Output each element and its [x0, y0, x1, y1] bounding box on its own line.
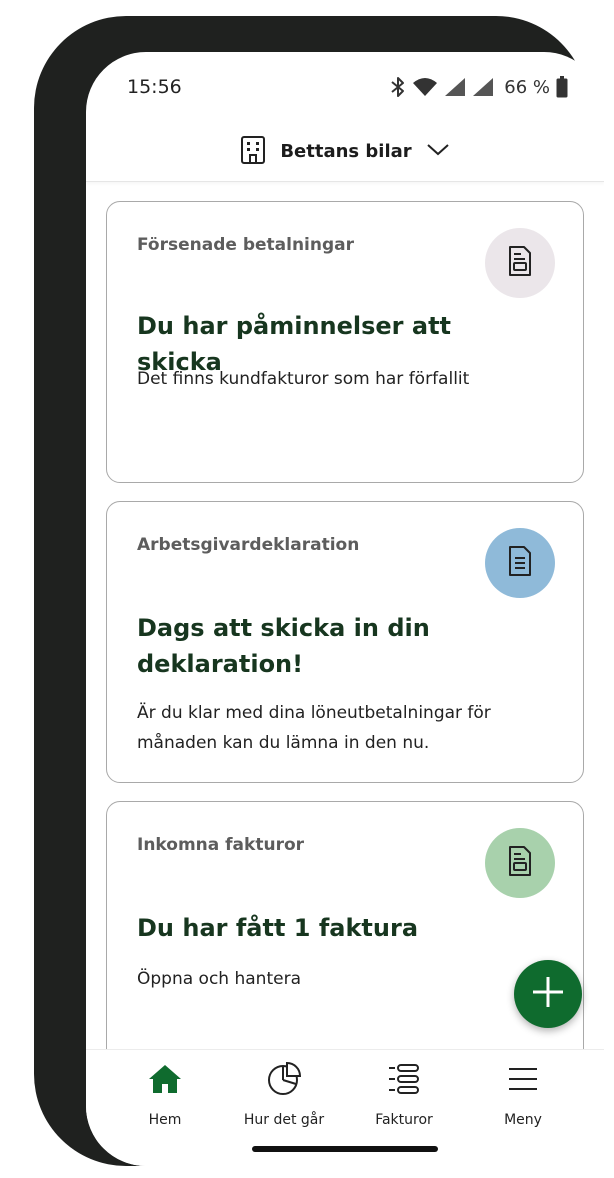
nav-label: Meny: [504, 1112, 542, 1128]
card-overdue-payments[interactable]: Försenade betalningar Du har påminnelser…: [106, 201, 584, 483]
card-description: Är du klar med dina löneutbetalningar fö…: [137, 703, 491, 753]
nav-item-invoices[interactable]: Fakturor: [344, 1050, 464, 1140]
list-icon: [387, 1062, 421, 1096]
document-icon: [507, 545, 533, 581]
bluetooth-icon: [390, 76, 406, 98]
card-icon-circle: [485, 528, 555, 598]
battery-percentage: 66 %: [504, 76, 550, 98]
card-icon-circle: [485, 828, 555, 898]
card-title: Du har fått 1 faktura: [137, 914, 419, 942]
signal-icon-2: [472, 77, 494, 97]
card-icon-circle: [485, 228, 555, 298]
nav-item-progress[interactable]: Hur det går: [224, 1050, 344, 1140]
menu-icon: [507, 1062, 539, 1096]
card-category: Arbetsgivardeklaration: [137, 535, 360, 555]
card-category: Inkomna fakturor: [137, 835, 305, 855]
card-category: Försenade betalningar: [137, 235, 355, 255]
card-description: Det finns kundfakturor som har förfallit: [137, 369, 470, 389]
screen: 15:56 66 % Bettans bilar Försenade betal…: [86, 52, 604, 1166]
status-icons: 66 %: [390, 74, 568, 100]
status-bar: 15:56 66 %: [86, 52, 604, 122]
signal-icon: [444, 77, 466, 97]
nav-label: Fakturor: [375, 1112, 433, 1128]
card-employer-declaration[interactable]: Arbetsgivardeklaration Dags att skicka i…: [106, 501, 584, 783]
invoice-icon: [507, 845, 533, 881]
card-title: Dags att skicka in din deklaration!: [137, 614, 430, 678]
company-selector[interactable]: Bettans bilar: [86, 122, 604, 182]
bottom-navigation: Hem Hur det går Fakturor Meny: [86, 1049, 604, 1166]
phone-frame: 15:56 66 % Bettans bilar Försenade betal…: [34, 16, 604, 1166]
status-time: 15:56: [127, 76, 182, 98]
battery-icon: [556, 76, 568, 98]
plus-icon: [531, 975, 565, 1013]
chevron-down-icon: [426, 142, 450, 161]
card-description: Öppna och hantera: [137, 969, 301, 989]
building-icon: [240, 135, 266, 169]
home-icon: [148, 1062, 182, 1096]
nav-item-menu[interactable]: Meny: [463, 1050, 583, 1140]
pie-chart-icon: [267, 1062, 301, 1096]
invoice-reminder-icon: [507, 245, 533, 281]
add-button[interactable]: [514, 960, 582, 1028]
nav-item-home[interactable]: Hem: [105, 1050, 225, 1140]
nav-label: Hem: [148, 1112, 182, 1128]
home-indicator[interactable]: [252, 1146, 438, 1152]
card-incoming-invoices[interactable]: Inkomna fakturor Du har fått 1 faktura Ö…: [106, 801, 584, 1071]
nav-label: Hur det går: [243, 1112, 325, 1128]
wifi-icon: [412, 77, 438, 97]
company-name: Bettans bilar: [280, 141, 412, 162]
